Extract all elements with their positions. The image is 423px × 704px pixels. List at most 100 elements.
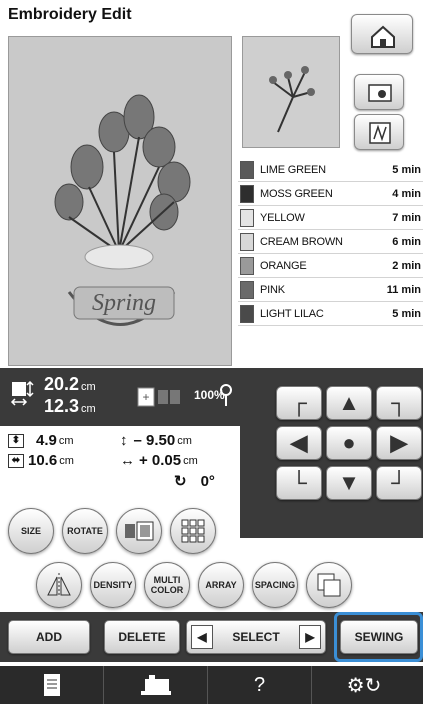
rotation-angle-row: ↻ 0°: [174, 472, 215, 491]
page-title: Embroidery Edit: [8, 6, 132, 23]
thread-name: ORANGE: [260, 259, 307, 272]
move-down-right-button[interactable]: ┘: [376, 466, 422, 500]
vertical-offset-row: ↕ – 9.50 cm: [120, 432, 192, 449]
delete-button[interactable]: DELETE: [104, 620, 180, 654]
thread-swatch: [240, 256, 254, 275]
mirror-button[interactable]: [36, 562, 82, 608]
array-button[interactable]: ARRAY: [198, 562, 244, 608]
multi-color-button[interactable]: MULTI COLOR: [144, 562, 190, 608]
horizontal-size-icon: ⬌: [8, 453, 24, 468]
frame-display-toggle[interactable]: +: [136, 382, 184, 412]
stitch-view-button[interactable]: [354, 114, 404, 150]
thread-swatch: [240, 280, 254, 299]
add-button[interactable]: ADD: [8, 620, 90, 654]
thread-swatch: [240, 232, 254, 251]
thread-row[interactable]: PINK 11 min: [238, 278, 423, 302]
move-center-button[interactable]: ●: [326, 426, 372, 460]
move-left-button[interactable]: ◀: [276, 426, 322, 460]
image-capture-button[interactable]: [354, 74, 404, 110]
thread-name: LIGHT LILAC: [260, 307, 324, 320]
thread-row[interactable]: ORANGE 2 min: [238, 254, 423, 278]
thread-swatch: [240, 184, 254, 203]
rotate-angle-icon: ↻: [174, 473, 187, 490]
document-icon: [43, 674, 60, 696]
svg-text:+: +: [142, 390, 149, 404]
svg-text:Spring: Spring: [92, 290, 156, 316]
home-icon: [371, 25, 395, 48]
thread-swatch: [240, 160, 254, 179]
thread-row[interactable]: CREAM BROWN 6 min: [238, 230, 423, 254]
density-button[interactable]: DENSITY: [90, 562, 136, 608]
thread-name: MOSS GREEN: [260, 187, 333, 200]
vertical-arrow-icon: ↕: [120, 432, 128, 449]
size-icon: [10, 380, 36, 415]
design-height: 20.2 cm: [44, 374, 96, 394]
size-button[interactable]: SIZE: [8, 508, 54, 554]
size-info-bar: 20.2 cm 12.3 cm + 100%: [0, 368, 240, 426]
machine-button[interactable]: [104, 666, 208, 704]
home-button[interactable]: [351, 14, 413, 54]
select-next-button[interactable]: ▶: [299, 625, 321, 649]
zoom-level: 100%: [194, 388, 225, 402]
corner-up-left-icon: ┌: [291, 390, 307, 415]
arrow-left-icon: ◀: [290, 430, 308, 455]
thread-name: YELLOW: [260, 211, 305, 224]
thread-row[interactable]: YELLOW 7 min: [238, 206, 423, 230]
command-bar: ADD DELETE ◀ SELECT ▶ SEWING: [0, 612, 423, 662]
select-prev-button[interactable]: ◀: [191, 625, 213, 649]
move-down-button[interactable]: ▼: [326, 466, 372, 500]
center-dot-icon: ●: [342, 430, 356, 455]
zoom-button[interactable]: 100%: [188, 378, 238, 414]
triangle-right-icon: ▶: [305, 630, 315, 644]
thread-color-list: LIME GREEN 5 min MOSS GREEN 4 min YELLOW…: [238, 158, 423, 326]
embroidery-preview[interactable]: Spring: [8, 36, 232, 366]
corner-down-left-icon: └: [291, 470, 307, 495]
thread-time: 6 min: [392, 235, 421, 248]
thread-time: 5 min: [392, 307, 421, 320]
thread-row[interactable]: MOSS GREEN 4 min: [238, 182, 423, 206]
arrow-down-icon: ▼: [338, 470, 360, 495]
design-thumbnail: [242, 36, 340, 148]
help-button[interactable]: ?: [208, 666, 312, 704]
thread-row[interactable]: LIGHT LILAC 5 min: [238, 302, 423, 326]
thread-time: 4 min: [392, 187, 421, 200]
position-info-panel: ⬍ 4.9 cm ⬌ 10.6 cm ↕ – 9.50 cm ↔ + 0.05 cm ↻…: [0, 426, 240, 500]
frame-icon: +: [137, 387, 180, 407]
border-frame-icon: [125, 521, 154, 541]
thread-row[interactable]: LIME GREEN 5 min: [238, 158, 423, 182]
duplicate-button[interactable]: [306, 562, 352, 608]
thread-time: 7 min: [392, 211, 421, 224]
move-up-right-button[interactable]: ┐: [376, 386, 422, 420]
select-control: ◀ SELECT ▶: [186, 620, 326, 654]
sewing-machine-icon: [140, 675, 171, 695]
settings-button[interactable]: ⚙↻: [312, 666, 416, 704]
thread-name: LIME GREEN: [260, 163, 326, 176]
border-button[interactable]: [116, 508, 162, 554]
help-icon: ?: [253, 673, 266, 696]
spacing-button[interactable]: SPACING: [252, 562, 298, 608]
thread-swatch: [240, 208, 254, 227]
thread-time: 11 min: [386, 283, 421, 296]
camera-icon: [368, 84, 392, 102]
rotate-button[interactable]: ROTATE: [62, 508, 108, 554]
vertical-size-icon: ⬍: [8, 433, 24, 448]
thread-swatch: [240, 304, 254, 323]
settings-icon: ⚙↻: [346, 674, 382, 697]
move-up-button[interactable]: ▲: [326, 386, 372, 420]
mirror-icon: [47, 573, 71, 597]
horizontal-arrow-icon: ↔: [120, 452, 135, 469]
document-button[interactable]: [0, 666, 104, 704]
sewing-button[interactable]: SEWING: [340, 620, 418, 654]
horizontal-offset-row: ↔ + 0.05 cm: [120, 452, 198, 469]
triangle-left-icon: ◀: [197, 630, 207, 644]
footer-bar: ? ⚙↻: [0, 666, 423, 704]
move-right-button[interactable]: ▶: [376, 426, 422, 460]
thread-name: PINK: [260, 283, 285, 296]
move-up-left-button[interactable]: ┌: [276, 386, 322, 420]
move-down-left-button[interactable]: └: [276, 466, 322, 500]
stitch-preview-icon: [369, 122, 391, 144]
thumbnail-image: [269, 66, 315, 133]
group-button[interactable]: [170, 508, 216, 554]
arrow-right-icon: ▶: [390, 430, 408, 455]
grid-icon: [181, 519, 205, 543]
